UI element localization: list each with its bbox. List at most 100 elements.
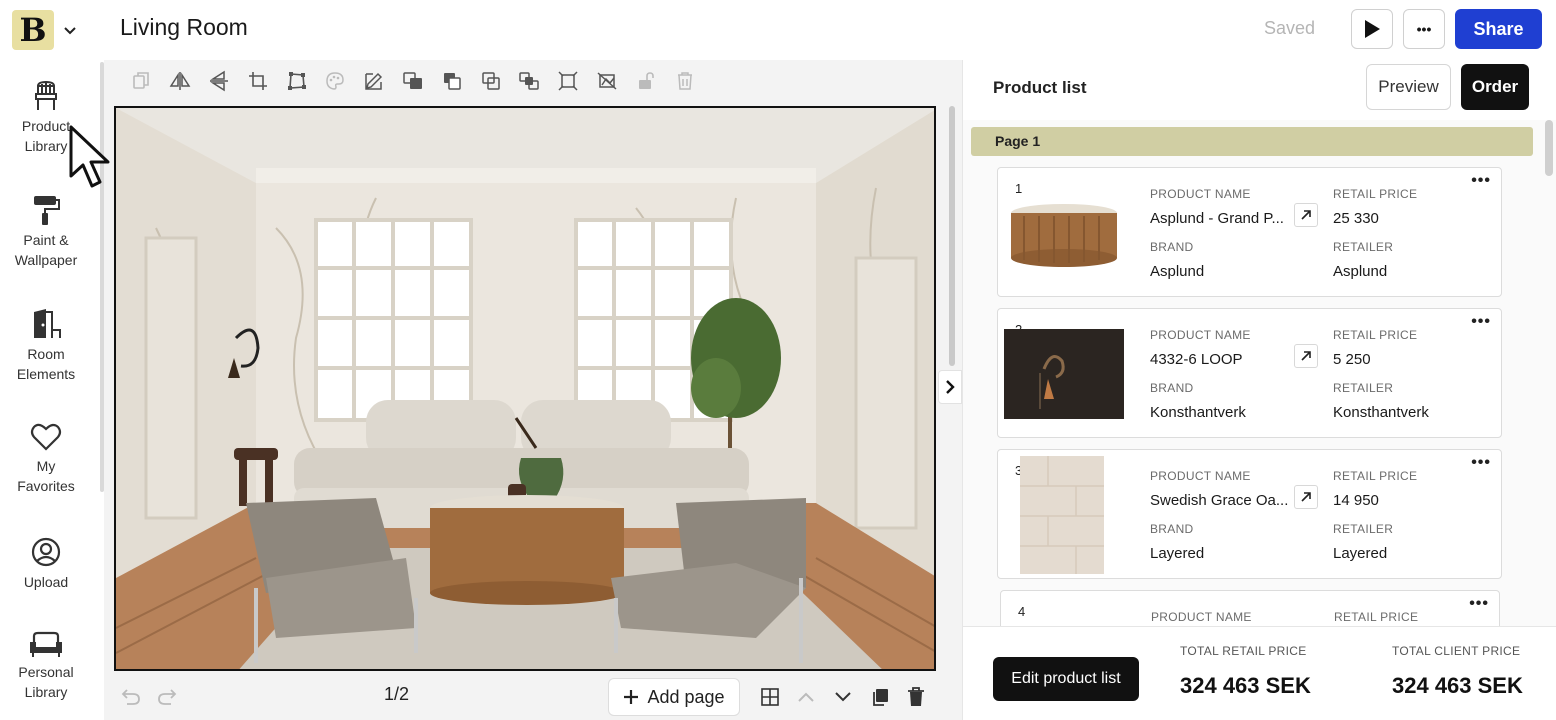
open-link-button[interactable]: [1294, 485, 1318, 509]
room-scene-image[interactable]: [116, 108, 936, 671]
total-retail-price: 324 463 SEK: [1180, 673, 1311, 698]
flip-vertical-button[interactable]: [200, 62, 239, 100]
duplicate-page-button[interactable]: [869, 686, 891, 708]
heart-icon: [30, 423, 62, 451]
sidebar-item-personal-library[interactable]: Personal Library: [0, 630, 92, 702]
redo-icon: [158, 689, 177, 705]
send-backward-button[interactable]: [471, 62, 510, 100]
share-button[interactable]: Share: [1455, 9, 1542, 49]
total-client-price: 324 463 SEK: [1392, 673, 1523, 698]
card-menu-button[interactable]: •••: [1471, 313, 1491, 331]
move-page-up-button[interactable]: [795, 686, 817, 708]
retail-price: 25 330: [1333, 210, 1379, 227]
coffee-table[interactable]: [430, 495, 624, 605]
chevron-down-icon[interactable]: [60, 20, 80, 40]
copy-icon: [133, 72, 150, 89]
edit-button[interactable]: [355, 62, 394, 100]
product-thumbnail[interactable]: [1020, 456, 1104, 574]
card-menu-button[interactable]: •••: [1471, 454, 1491, 472]
canvas-scrollbar[interactable]: [949, 106, 955, 366]
product-name-label: PRODUCT NAME: [1150, 187, 1251, 201]
design-canvas[interactable]: [114, 106, 936, 671]
send-to-back-button[interactable]: [510, 62, 549, 100]
edit-product-list-button[interactable]: Edit product list: [993, 657, 1139, 701]
mouse-cursor-icon: [69, 125, 110, 188]
bring-forward-button[interactable]: [432, 62, 471, 100]
product-thumbnail[interactable]: [1004, 329, 1124, 419]
product-list-footer: Edit product list TOTAL RETAIL PRICE 324…: [963, 626, 1556, 720]
preview-button[interactable]: Preview: [1366, 64, 1451, 110]
product-list-scrollbar[interactable]: [1545, 120, 1553, 176]
redo-button[interactable]: [156, 686, 178, 708]
color-palette-button[interactable]: [316, 62, 355, 100]
order-button[interactable]: Order: [1461, 64, 1529, 110]
retailer-label: RETAILER: [1333, 240, 1394, 254]
bring-to-front-button[interactable]: [394, 62, 433, 100]
card-menu-button[interactable]: •••: [1471, 172, 1491, 190]
open-link-button[interactable]: [1294, 203, 1318, 227]
product-card[interactable]: 2 ••• PRODUCT NAME 4332-6 LOOP RETAIL PR…: [997, 308, 1502, 438]
transform-button[interactable]: [277, 62, 316, 100]
grid-view-button[interactable]: [759, 686, 781, 708]
sidebar-item-paint-wallpaper[interactable]: Paint & Wallpaper: [0, 194, 92, 270]
fit-frame-button[interactable]: [549, 62, 588, 100]
play-button[interactable]: [1351, 9, 1393, 49]
flip-vertical-icon: [209, 70, 228, 92]
user-circle-icon: [31, 537, 61, 567]
product-card[interactable]: 4 ••• PRODUCT NAME RETAIL PRICE: [1000, 590, 1500, 626]
open-link-button[interactable]: [1294, 344, 1318, 368]
play-icon: [1365, 20, 1380, 38]
sidebar-item-label: Elements: [16, 366, 76, 382]
product-card[interactable]: 1 ••• PRODUCT NAME Asplund - Grand P... …: [997, 167, 1502, 297]
total-client-price-label: TOTAL CLIENT PRICE: [1392, 644, 1521, 658]
card-menu-button[interactable]: •••: [1469, 595, 1489, 613]
sidebar-item-label: Favorites: [17, 478, 75, 494]
frame-icon: [558, 71, 578, 91]
crop-button[interactable]: [238, 62, 277, 100]
page-title[interactable]: Living Room: [120, 14, 248, 41]
add-page-button[interactable]: Add page: [608, 678, 740, 716]
product-name: 4332-6 LOOP: [1150, 351, 1243, 368]
more-options-button[interactable]: •••: [1403, 9, 1445, 49]
sidebar-item-room-elements[interactable]: Room Elements: [0, 308, 92, 384]
paint-roller-icon: [34, 196, 60, 225]
brand-logo[interactable]: B: [12, 10, 54, 50]
collapse-panel-button[interactable]: [938, 370, 962, 404]
sidebar-item-upload[interactable]: Upload: [0, 536, 92, 592]
sidebar-item-label: Personal: [18, 664, 74, 680]
product-card[interactable]: 3 ••• PRODUCT NAME Swedish Grace Oa... R…: [997, 449, 1502, 579]
bring-forward-icon: [443, 73, 461, 90]
chevron-down-icon: [835, 692, 851, 702]
trash-icon: [908, 687, 924, 706]
canvas-bottom-bar: 1/2 Add page: [104, 674, 962, 720]
page-section-header[interactable]: Page 1: [971, 127, 1533, 156]
retail-price-label: RETAIL PRICE: [1333, 328, 1418, 342]
send-back-icon: [519, 72, 540, 90]
pencil-icon: [365, 72, 383, 90]
sidebar-item-label: My: [36, 458, 56, 474]
left-window: [314, 218, 473, 422]
product-thumbnail[interactable]: [1004, 188, 1124, 278]
remove-background-icon: [597, 72, 617, 90]
palette-icon: [326, 72, 345, 90]
canvas-toolbar: [104, 60, 704, 102]
retailer-value: Layered: [1333, 545, 1388, 562]
flip-horizontal-button[interactable]: [161, 62, 200, 100]
product-name-label: PRODUCT NAME: [1150, 328, 1251, 342]
page-indicator: 1/2: [384, 684, 410, 704]
brand-value: Asplund: [1150, 263, 1205, 280]
move-page-down-button[interactable]: [832, 686, 854, 708]
copy-tool-button[interactable]: [122, 62, 161, 100]
remove-background-button[interactable]: [588, 62, 627, 100]
external-link-icon: [1301, 351, 1311, 361]
chevron-up-icon: [798, 692, 814, 702]
sidebar-item-my-favorites[interactable]: My Favorites: [0, 422, 92, 496]
crop-icon: [248, 72, 267, 90]
delete-tool-button[interactable]: [665, 62, 704, 100]
undo-button[interactable]: [120, 686, 142, 708]
retail-price-label: RETAIL PRICE: [1333, 469, 1418, 483]
delete-page-button[interactable]: [905, 686, 927, 708]
retail-price: 14 950: [1333, 492, 1379, 509]
lock-button[interactable]: [626, 62, 665, 100]
transform-icon: [287, 72, 306, 90]
